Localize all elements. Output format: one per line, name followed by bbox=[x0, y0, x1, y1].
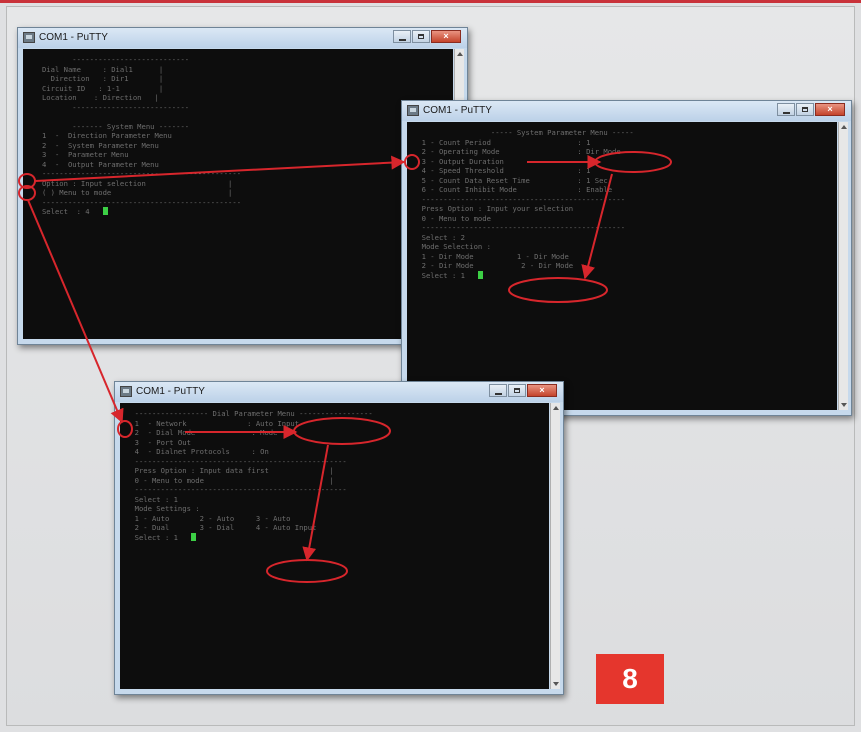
window-title: COM1 - PuTTY bbox=[39, 32, 108, 43]
maximize-icon[interactable] bbox=[796, 103, 814, 116]
terminal-text: --------------------------- Dial Name : … bbox=[23, 49, 453, 223]
terminal-screen[interactable]: --------------------------- Dial Name : … bbox=[23, 49, 453, 339]
terminal-line: Press Option : Input your selection bbox=[413, 204, 574, 213]
terminal-cursor bbox=[190, 532, 196, 541]
terminal-text: ----------------- Dial Parameter Menu --… bbox=[120, 403, 549, 548]
terminal-line: ( ) Menu to mode | bbox=[29, 188, 233, 197]
terminal-line: Dial Name : Dial1 | bbox=[29, 64, 164, 74]
step-number-badge: 8 bbox=[596, 654, 664, 704]
terminal-line: ----------------------------------------… bbox=[29, 197, 242, 207]
title-bar[interactable]: COM1 - PuTTY × bbox=[115, 382, 563, 402]
window-controls: × bbox=[489, 384, 557, 398]
top-rule bbox=[0, 0, 861, 3]
title-bar[interactable]: COM1 - PuTTY × bbox=[402, 101, 851, 121]
terminal-line: ------- System Menu ------- bbox=[29, 121, 190, 131]
terminal-line: Option : Input selection | bbox=[29, 178, 233, 188]
terminal-line: 1 - Count Period : 1 bbox=[413, 137, 591, 147]
close-icon[interactable]: × bbox=[431, 30, 461, 43]
maximize-icon[interactable] bbox=[412, 30, 430, 43]
terminal-line: 4 - Output Parameter Menu bbox=[29, 159, 159, 169]
terminal-cursor bbox=[477, 270, 483, 279]
close-icon[interactable]: × bbox=[527, 384, 557, 397]
terminal-line: --------------------------- bbox=[29, 102, 190, 112]
terminal-line: 1 - Network : Auto Input bbox=[126, 418, 300, 428]
putty-icon[interactable] bbox=[407, 105, 419, 116]
terminal-line: ----- System Parameter Menu ----- bbox=[413, 128, 634, 137]
terminal-line: 4 - Dialnet Protocols : On bbox=[126, 447, 269, 456]
terminal-line: Location : Direction | bbox=[29, 93, 159, 102]
minimize-icon[interactable] bbox=[393, 30, 411, 43]
terminal-line: Select : 2 bbox=[413, 232, 465, 242]
terminal-line: Press Option : Input data first | bbox=[126, 466, 334, 475]
maximize-icon[interactable] bbox=[508, 384, 526, 397]
putty-window-system-parameters[interactable]: COM1 - PuTTY × ----- System Parameter Me… bbox=[401, 100, 852, 416]
terminal-line: 3 - Parameter Menu bbox=[29, 150, 129, 159]
window-title: COM1 - PuTTY bbox=[136, 386, 205, 397]
vertical-scrollbar[interactable] bbox=[838, 122, 848, 410]
minimize-icon[interactable] bbox=[777, 103, 795, 116]
close-icon[interactable]: × bbox=[815, 103, 845, 116]
terminal-line: Direction : Dir1 | bbox=[29, 74, 164, 83]
terminal-line: 1 - Direction Parameter Menu bbox=[29, 131, 172, 140]
terminal-line: Select : 1 bbox=[126, 494, 178, 504]
terminal-line: 2 - Operating Mode : Dir Mode bbox=[413, 147, 621, 156]
terminal-line: ----------------------------------------… bbox=[126, 485, 347, 494]
terminal-line: Mode Selection : bbox=[413, 242, 491, 251]
terminal-line: 0 - Menu to mode | bbox=[126, 475, 334, 485]
terminal-line: 5 - Count Data Reset Time : 1 Sec bbox=[413, 175, 608, 185]
putty-icon[interactable] bbox=[120, 386, 132, 397]
minimize-icon[interactable] bbox=[489, 384, 507, 397]
terminal-line: 0 - Menu to mode bbox=[413, 213, 491, 223]
terminal-line: ----------------------------------------… bbox=[126, 456, 347, 466]
vertical-scrollbar[interactable] bbox=[550, 403, 560, 689]
terminal-screen[interactable]: ----------------- Dial Parameter Menu --… bbox=[120, 403, 549, 689]
terminal-line: 3 - Output Duration bbox=[413, 156, 504, 166]
terminal-line: 4 - Speed Threshold : 1 bbox=[413, 166, 591, 175]
title-bar[interactable]: COM1 - PuTTY × bbox=[18, 28, 467, 48]
terminal-line: ----------------------------------------… bbox=[413, 223, 626, 232]
terminal-line: ----------------------------------------… bbox=[29, 169, 242, 178]
terminal-line: ----------------------------------------… bbox=[413, 194, 626, 204]
putty-window-dial-parameters[interactable]: COM1 - PuTTY × ----------------- Dial Pa… bbox=[114, 381, 564, 695]
terminal-line: Circuit ID : 1-1 | bbox=[29, 83, 164, 93]
terminal-line: 2 - System Parameter Menu bbox=[29, 140, 159, 150]
terminal-line: Select : 4 bbox=[29, 207, 103, 216]
window-title: COM1 - PuTTY bbox=[423, 105, 492, 116]
terminal-screen[interactable]: ----- System Parameter Menu ----- 1 - Co… bbox=[407, 122, 837, 410]
terminal-line: 2 - Dir Mode 2 - Dir Mode bbox=[413, 261, 574, 270]
terminal-line: ----------------- Dial Parameter Menu --… bbox=[126, 409, 373, 418]
terminal-line: 2 - Dual 3 - Dial 4 - Auto Input bbox=[126, 523, 317, 532]
terminal-line: --------------------------- bbox=[29, 55, 190, 64]
terminal-text: ----- System Parameter Menu ----- 1 - Co… bbox=[407, 122, 837, 286]
terminal-line: Select : 1 bbox=[126, 532, 191, 542]
terminal-line: 1 - Auto 2 - Auto 3 - Auto bbox=[126, 513, 291, 523]
terminal-cursor bbox=[102, 207, 108, 215]
terminal-line: 2 - Dial Mode : Mode bbox=[126, 428, 278, 437]
putty-icon[interactable] bbox=[23, 32, 35, 43]
terminal-line: Select : 1 bbox=[413, 270, 478, 280]
terminal-line: 6 - Count Inhibit Mode : Enable bbox=[413, 185, 613, 194]
terminal-line: 3 - Port Out bbox=[126, 437, 191, 447]
window-controls: × bbox=[777, 103, 845, 117]
terminal-line: Mode Settings : bbox=[126, 504, 200, 513]
terminal-line: 1 - Dir Mode 1 - Dir Mode bbox=[413, 251, 569, 261]
window-controls: × bbox=[393, 30, 461, 44]
